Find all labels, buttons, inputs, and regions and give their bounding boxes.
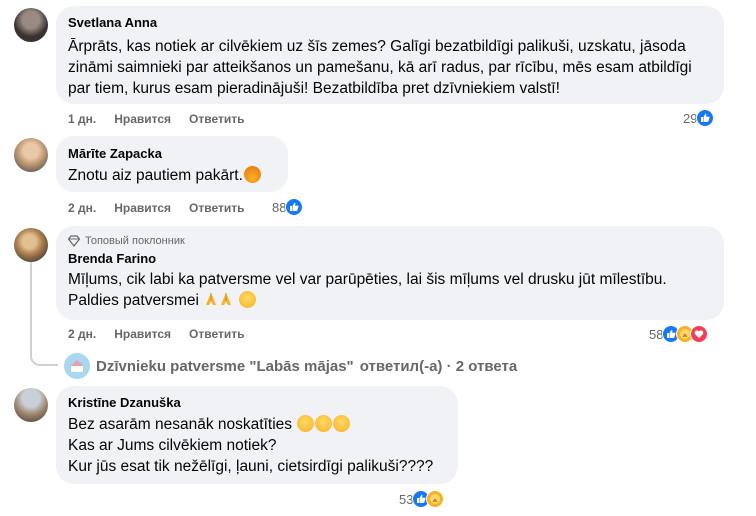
comment-author[interactable]: Mārīte Zapacka (68, 146, 276, 162)
angry-emoji (243, 166, 261, 183)
reaction-summary[interactable]: 88 (272, 198, 304, 216)
comment-author[interactable]: Svetlana Anna (68, 15, 712, 31)
reply-button[interactable]: Ответить (189, 112, 244, 126)
like-button[interactable]: Нравится (114, 327, 171, 341)
comment-bubble: Топовый поклонник Brenda Farino Mīļums, … (56, 226, 724, 320)
comment-actions: 2 дн. Нравится Ответить (68, 327, 245, 341)
comment-actions: 2 дн. Нравится Ответить (68, 201, 245, 215)
pray-emoji (206, 293, 217, 305)
comment-text: Ārprāts, kas notiek ar cilvēkiem uz šīs … (68, 38, 692, 97)
comment-text: Znotu aiz pautiem pakārt. (68, 165, 276, 186)
comment-time[interactable]: 2 дн. (68, 201, 96, 215)
sad-emoji (315, 415, 333, 432)
comment-time[interactable]: 1 дн. (68, 112, 96, 126)
like-button[interactable]: Нравится (114, 201, 171, 215)
avatar-marite[interactable] (14, 138, 48, 172)
like-icon (696, 109, 715, 127)
thread-line (30, 262, 58, 366)
view-replies-link[interactable]: Dzīvnieku patversme "Labās mājas" ответи… (64, 353, 517, 379)
avatar-brenda[interactable] (14, 228, 48, 262)
comment-bubble: Svetlana Anna Ārprāts, kas notiek ar cil… (56, 6, 724, 104)
page-name[interactable]: Dzīvnieku patversme "Labās mājas" (96, 358, 354, 375)
comment-bubble: Mārīte Zapacka Znotu aiz pautiem pakārt. (56, 136, 288, 192)
sad-emoji (333, 415, 351, 432)
comment-bubble: Kristīne Dzanuška Bez asarām nesanāk nos… (56, 386, 458, 484)
care-icon (426, 490, 445, 508)
comment-text: Bez asarām nesanāk noskatīties Kas ar Ju… (68, 415, 434, 475)
comment-time[interactable]: 2 дн. (68, 327, 96, 341)
avatar-kristine[interactable] (14, 388, 48, 422)
comment-text: Mīļums, cik labi ka patversme vel var pa… (68, 271, 667, 309)
reaction-count: 88 (272, 199, 287, 215)
reaction-summary[interactable]: 58 (649, 325, 709, 343)
reaction-count: 53 (399, 491, 414, 507)
avatar-svetlana[interactable] (14, 8, 48, 42)
kiss-emoji (238, 291, 256, 308)
replies-count: ответил(-а) · 2 ответа (359, 357, 518, 375)
comment-author[interactable]: Kristīne Dzanuška (68, 395, 446, 411)
top-fan-badge: Топовый поклонник (68, 234, 712, 248)
sad-emoji (297, 415, 315, 432)
diamond-icon (68, 235, 80, 247)
like-button[interactable]: Нравится (114, 112, 171, 126)
heart-icon (690, 325, 709, 343)
comment-author[interactable]: Brenda Farino (68, 251, 712, 267)
reaction-count: 58 (649, 326, 664, 342)
like-icon (285, 198, 304, 216)
reaction-summary[interactable]: 29 (683, 109, 715, 127)
reply-button[interactable]: Ответить (189, 327, 244, 341)
reply-button[interactable]: Ответить (189, 201, 244, 215)
page-avatar-icon (64, 353, 90, 379)
reaction-count: 29 (683, 110, 698, 126)
comment-actions: 1 дн. Нравится Ответить (68, 112, 245, 126)
reaction-summary[interactable]: 53 (399, 490, 445, 508)
pray-emoji (221, 293, 232, 305)
